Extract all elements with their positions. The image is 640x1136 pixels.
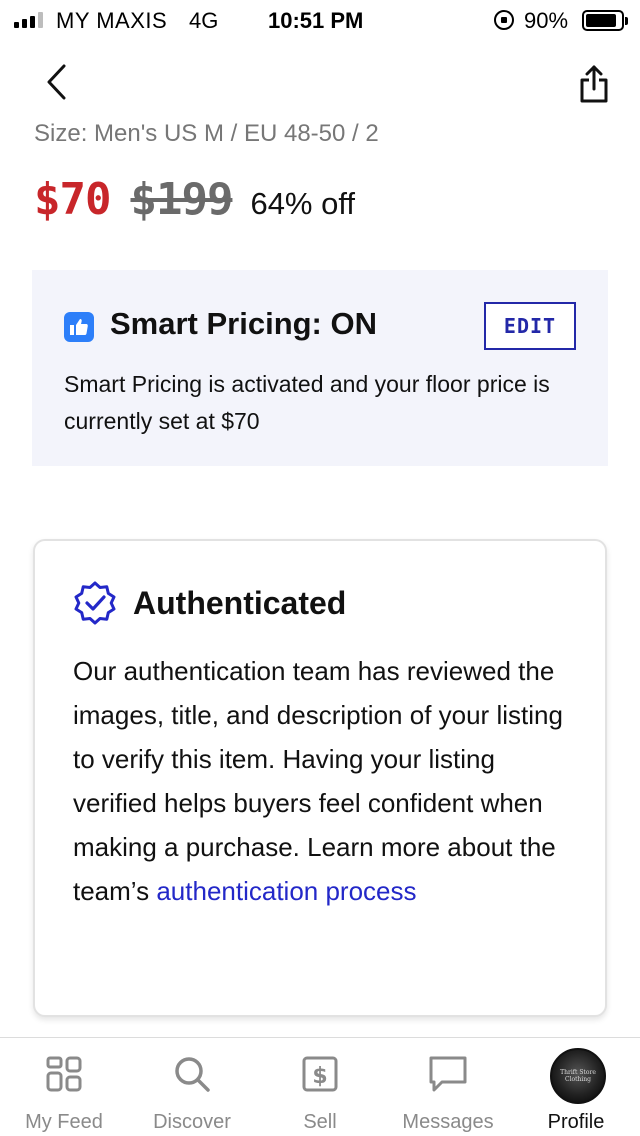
clock: 10:51 PM bbox=[268, 8, 364, 33]
tab-messages[interactable]: Messages bbox=[384, 1038, 512, 1136]
size-text: Size: Men's US M / EU 48-50 / 2 bbox=[34, 120, 379, 146]
authenticated-title: Authenticated bbox=[133, 585, 347, 621]
feed-icon bbox=[44, 1054, 84, 1094]
message-icon bbox=[428, 1054, 468, 1094]
thumbs-up-icon bbox=[64, 312, 94, 342]
orientation-lock-icon bbox=[494, 10, 514, 30]
tab-bar: My Feed Discover $ Sell Messages Thrift … bbox=[0, 1037, 640, 1136]
tab-discover[interactable]: Discover bbox=[128, 1038, 256, 1136]
smart-pricing-description: Smart Pricing is activated and your floo… bbox=[64, 371, 550, 434]
avatar: Thrift Store Clothing bbox=[550, 1048, 606, 1104]
edit-button[interactable]: EDIT bbox=[484, 302, 576, 350]
authenticated-card: Authenticated Our authentication team ha… bbox=[33, 539, 607, 1017]
search-icon bbox=[172, 1054, 212, 1094]
tab-sell[interactable]: $ Sell bbox=[256, 1038, 384, 1136]
tab-my-feed[interactable]: My Feed bbox=[0, 1038, 128, 1136]
current-price: $70 bbox=[34, 174, 111, 225]
svg-text:$: $ bbox=[312, 1064, 327, 1089]
authenticated-description: Our authentication team has reviewed the… bbox=[73, 649, 583, 913]
status-bar: MY MAXIS 4G 10:51 PM 90% bbox=[0, 0, 640, 42]
battery-percentage: 90% bbox=[524, 8, 569, 33]
tab-label: My Feed bbox=[25, 1111, 103, 1133]
battery-icon bbox=[582, 10, 628, 31]
authentication-process-link[interactable]: authentication process bbox=[156, 876, 416, 906]
tab-label: Messages bbox=[402, 1111, 494, 1133]
tab-profile[interactable]: Thrift Store Clothing Profile bbox=[512, 1038, 640, 1136]
carrier-name: MY MAXIS bbox=[56, 8, 168, 33]
size-info: Size: Men's US M / EU 48-50 / 2 bbox=[34, 118, 454, 146]
original-price: $199 bbox=[130, 174, 233, 225]
signal-strength-icon bbox=[14, 12, 43, 28]
price-row: $70 $199 64% off bbox=[34, 174, 355, 225]
avatar-logo-text: Thrift Store Clothing bbox=[560, 1069, 596, 1083]
smart-pricing-title: Smart Pricing: ON bbox=[110, 306, 377, 341]
verified-badge-icon bbox=[73, 581, 117, 625]
tab-label: Profile bbox=[547, 1111, 605, 1133]
authenticated-body-text: Our authentication team has reviewed the… bbox=[73, 656, 563, 906]
share-icon[interactable] bbox=[574, 62, 614, 106]
tab-label: Sell bbox=[303, 1111, 337, 1133]
network-type: 4G bbox=[189, 8, 219, 33]
discount-label: 64% off bbox=[250, 186, 356, 221]
chevron-left-icon[interactable] bbox=[36, 60, 76, 104]
smart-pricing-panel: Smart Pricing: ON EDIT Smart Pricing is … bbox=[32, 270, 608, 466]
dollar-icon: $ bbox=[300, 1054, 340, 1094]
tab-label: Discover bbox=[153, 1111, 231, 1133]
